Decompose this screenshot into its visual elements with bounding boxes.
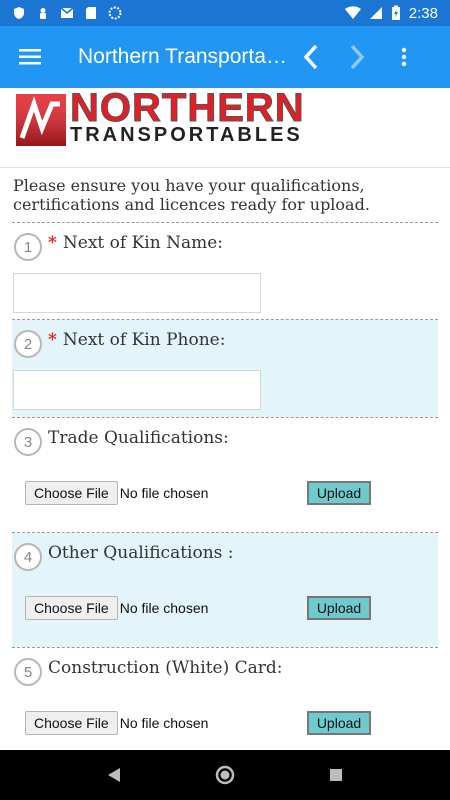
question-label: * Next of Kin Name:	[48, 233, 223, 253]
question-next-of-kin-name: 1 * Next of Kin Name:	[12, 223, 438, 319]
question-number: 4	[14, 543, 42, 571]
question-next-of-kin-phone: 2 * Next of Kin Phone:	[12, 320, 438, 417]
company-logo-icon	[16, 94, 66, 146]
menu-button[interactable]	[0, 26, 60, 88]
logo-banner: NORTHERN TRANSPORTABLES	[0, 88, 450, 168]
question-label: Other Qualifications :	[48, 543, 234, 563]
app-bar: Northern Transportables	[0, 26, 450, 88]
question-number: 5	[14, 658, 42, 686]
forward-button[interactable]	[334, 26, 380, 88]
required-marker: *	[48, 330, 57, 350]
back-button[interactable]	[288, 26, 334, 88]
more-vert-icon	[401, 47, 407, 67]
file-status: No file chosen	[119, 600, 209, 616]
question-trade-qualifications: 3 Trade Qualifications: Choose File No f…	[12, 418, 438, 532]
back-triangle-icon[interactable]	[107, 767, 121, 783]
battery-charging-icon	[391, 5, 400, 20]
upload-button[interactable]: Upload	[307, 481, 371, 505]
file-picker: Choose File No file chosen	[25, 711, 208, 735]
next-of-kin-phone-input[interactable]	[13, 370, 261, 410]
question-label: * Next of Kin Phone:	[48, 330, 226, 350]
question-number: 3	[14, 428, 42, 456]
question-construction-white-card: 5 Construction (White) Card: Choose File…	[12, 648, 438, 758]
question-label: Construction (White) Card:	[48, 658, 283, 678]
choose-file-button[interactable]: Choose File	[25, 481, 118, 505]
required-marker: *	[48, 233, 57, 253]
shield-icon	[14, 7, 24, 19]
status-time: 2:38	[408, 4, 438, 22]
system-navigation-bar	[0, 750, 450, 800]
file-status: No file chosen	[119, 715, 209, 731]
sync-icon	[108, 6, 122, 20]
signal-icon	[369, 7, 382, 19]
logo-text-transportables: TRANSPORTABLES	[70, 124, 303, 146]
choose-file-button[interactable]: Choose File	[25, 596, 118, 620]
choose-file-button[interactable]: Choose File	[25, 711, 118, 735]
question-number: 2	[14, 330, 42, 358]
form-intro: Please ensure you have your qualificatio…	[13, 176, 370, 214]
gmail-icon	[60, 7, 74, 18]
file-picker: Choose File No file chosen	[25, 596, 208, 620]
wifi-icon	[344, 6, 361, 19]
home-circle-icon[interactable]	[214, 764, 236, 786]
upload-button[interactable]: Upload	[307, 711, 371, 735]
sd-card-icon	[86, 7, 96, 19]
more-options-button[interactable]	[386, 26, 422, 88]
next-of-kin-name-input[interactable]	[13, 273, 261, 313]
file-status: No file chosen	[119, 485, 209, 501]
file-picker: Choose File No file chosen	[25, 481, 208, 505]
back-chevron-icon	[303, 44, 318, 70]
upload-button[interactable]: Upload	[307, 596, 371, 620]
menu-icon	[19, 49, 41, 65]
app-title: Northern Transportables	[78, 45, 288, 68]
status-bar: 2:38	[0, 0, 450, 26]
recents-square-icon[interactable]	[329, 768, 343, 782]
question-label: Trade Qualifications:	[48, 428, 229, 448]
question-number: 1	[14, 233, 42, 261]
forward-chevron-icon	[350, 44, 365, 70]
person-pin-icon	[40, 8, 46, 19]
logo-text-northern: NORTHERN	[70, 86, 305, 130]
application-form: Please ensure you have your qualificatio…	[0, 168, 450, 758]
question-other-qualifications: 4 Other Qualifications : Choose File No …	[12, 533, 438, 647]
